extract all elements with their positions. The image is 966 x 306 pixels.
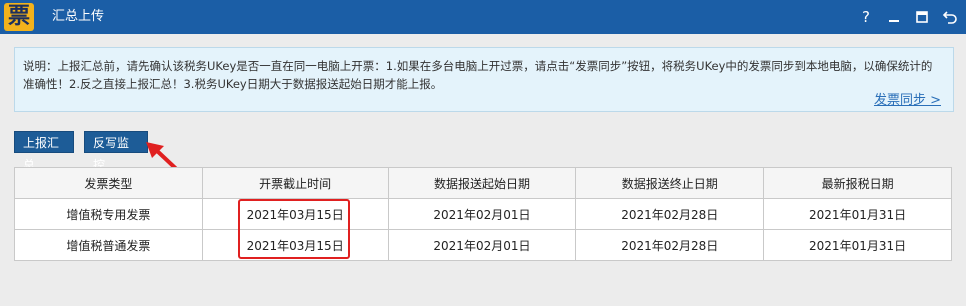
table-header-row: 发票类型 开票截止时间 数据报送起始日期 数据报送终止日期 最新报税日期 — [14, 167, 952, 199]
invoice-sync-link[interactable]: 发票同步 > — [874, 89, 941, 108]
app-logo-icon: 票 — [4, 3, 34, 31]
cell-report-end: 2021年02月28日 — [575, 198, 765, 230]
cell-latest-tax-date: 2021年01月31日 — [763, 229, 952, 261]
table-row: 增值税专用发票 2021年03月15日 2021年02月01日 2021年02月… — [14, 198, 952, 230]
cell-invoice-type: 增值税普通发票 — [14, 229, 203, 261]
maximize-icon[interactable] — [914, 8, 930, 26]
notice-text: 说明：上报汇总前，请先确认该税务UKey是否一直在同一电脑上开票：1.如果在多台… — [23, 59, 933, 91]
cell-report-end: 2021年02月28日 — [575, 229, 765, 261]
header-report-end: 数据报送终止日期 — [575, 167, 765, 199]
cell-invoice-type: 增值税专用发票 — [14, 198, 203, 230]
header-invoice-type: 发票类型 — [14, 167, 203, 199]
report-summary-button[interactable]: 上报汇总 — [14, 131, 74, 172]
cell-report-start: 2021年02月01日 — [387, 198, 577, 230]
writeback-monitor-button[interactable]: 反写监控 — [84, 131, 148, 172]
summary-table: 发票类型 开票截止时间 数据报送起始日期 数据报送终止日期 最新报税日期 增值税… — [14, 167, 952, 261]
minimize-icon[interactable] — [886, 8, 902, 26]
cell-report-start: 2021年02月01日 — [387, 229, 577, 261]
table-row: 增值税普通发票 2021年03月15日 2021年02月01日 2021年02月… — [14, 229, 952, 261]
header-invoice-deadline: 开票截止时间 — [201, 167, 389, 199]
window-title: 汇总上传 — [52, 9, 105, 24]
header-latest-tax-date: 最新报税日期 — [763, 167, 952, 199]
title-bar: 票 汇总上传 ? — [0, 0, 966, 34]
cell-invoice-deadline: 2021年03月15日 — [201, 198, 389, 230]
window-controls: ? — [858, 0, 958, 34]
help-icon[interactable]: ? — [858, 8, 874, 26]
back-icon[interactable] — [942, 8, 958, 26]
cell-latest-tax-date: 2021年01月31日 — [763, 198, 952, 230]
header-report-start: 数据报送起始日期 — [387, 167, 577, 199]
notice-panel: 说明：上报汇总前，请先确认该税务UKey是否一直在同一电脑上开票：1.如果在多台… — [14, 47, 954, 112]
cell-invoice-deadline: 2021年03月15日 — [201, 229, 389, 261]
